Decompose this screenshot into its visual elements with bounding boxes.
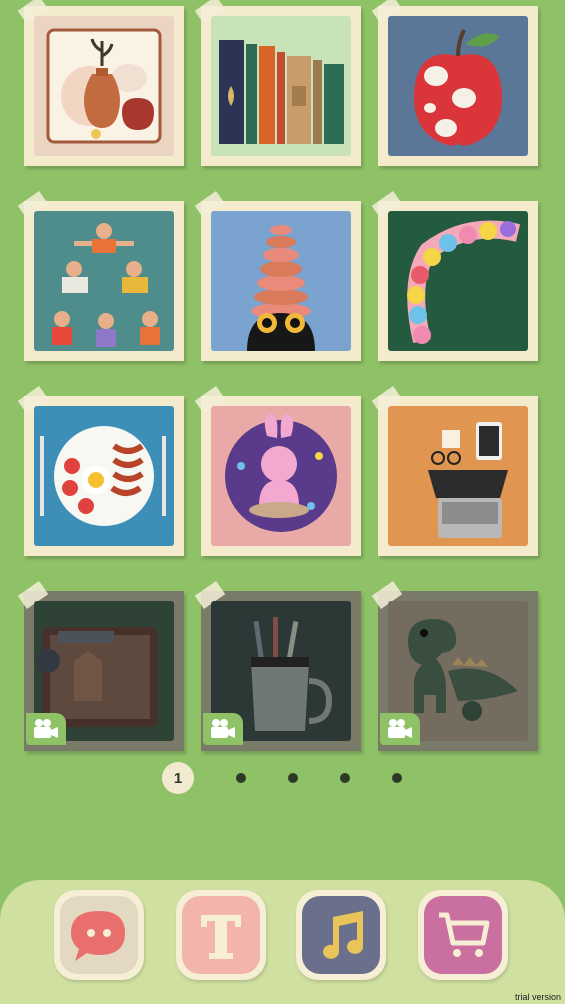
chat-bubble-icon xyxy=(71,911,125,961)
laptop-art-widget[interactable] xyxy=(371,385,538,556)
page-dot-3[interactable] xyxy=(288,773,298,783)
donut-cat-art-widget[interactable] xyxy=(194,190,361,361)
donut-cat-art-image xyxy=(211,211,351,351)
page-dot-4[interactable] xyxy=(340,773,350,783)
music-app[interactable] xyxy=(296,890,386,980)
text-app[interactable] xyxy=(176,890,266,980)
laptop-art-image xyxy=(388,406,528,546)
vase-art-image xyxy=(34,16,174,156)
vase-art-widget[interactable] xyxy=(17,0,184,166)
breakfast-art-widget[interactable] xyxy=(17,385,184,556)
bunny-art-image xyxy=(211,406,351,546)
video-camera-icon xyxy=(380,713,420,745)
apple-art-image xyxy=(388,16,528,156)
dock xyxy=(0,880,565,1004)
video-camera-icon xyxy=(203,713,243,745)
watermark-text: trial version xyxy=(514,992,561,1002)
shopping-cart-icon xyxy=(439,912,490,957)
dinosaur-art-widget[interactable] xyxy=(371,580,538,751)
letter-t-icon xyxy=(201,915,241,959)
flower-wreath-art-widget[interactable] xyxy=(371,190,538,361)
page-indicator: 1 xyxy=(0,762,565,794)
breakfast-art-image xyxy=(34,406,174,546)
apple-art-widget[interactable] xyxy=(371,0,538,166)
messages-app[interactable] xyxy=(54,890,144,980)
music-note-icon xyxy=(323,911,363,959)
flower-wreath-art-image xyxy=(388,211,528,351)
page-dot-5[interactable] xyxy=(392,773,402,783)
acrobats-art-widget[interactable] xyxy=(17,190,184,361)
suitcase-art-widget[interactable] xyxy=(17,580,184,751)
bunny-art-widget[interactable] xyxy=(194,385,361,556)
books-art-widget[interactable] xyxy=(194,0,361,166)
page-dot-current[interactable]: 1 xyxy=(162,762,194,794)
shop-app[interactable] xyxy=(418,890,508,980)
video-camera-icon xyxy=(26,713,66,745)
page-dot-2[interactable] xyxy=(236,773,246,783)
acrobats-art-image xyxy=(34,211,174,351)
books-art-image xyxy=(211,16,351,156)
toothbrush-art-widget[interactable] xyxy=(194,580,361,751)
